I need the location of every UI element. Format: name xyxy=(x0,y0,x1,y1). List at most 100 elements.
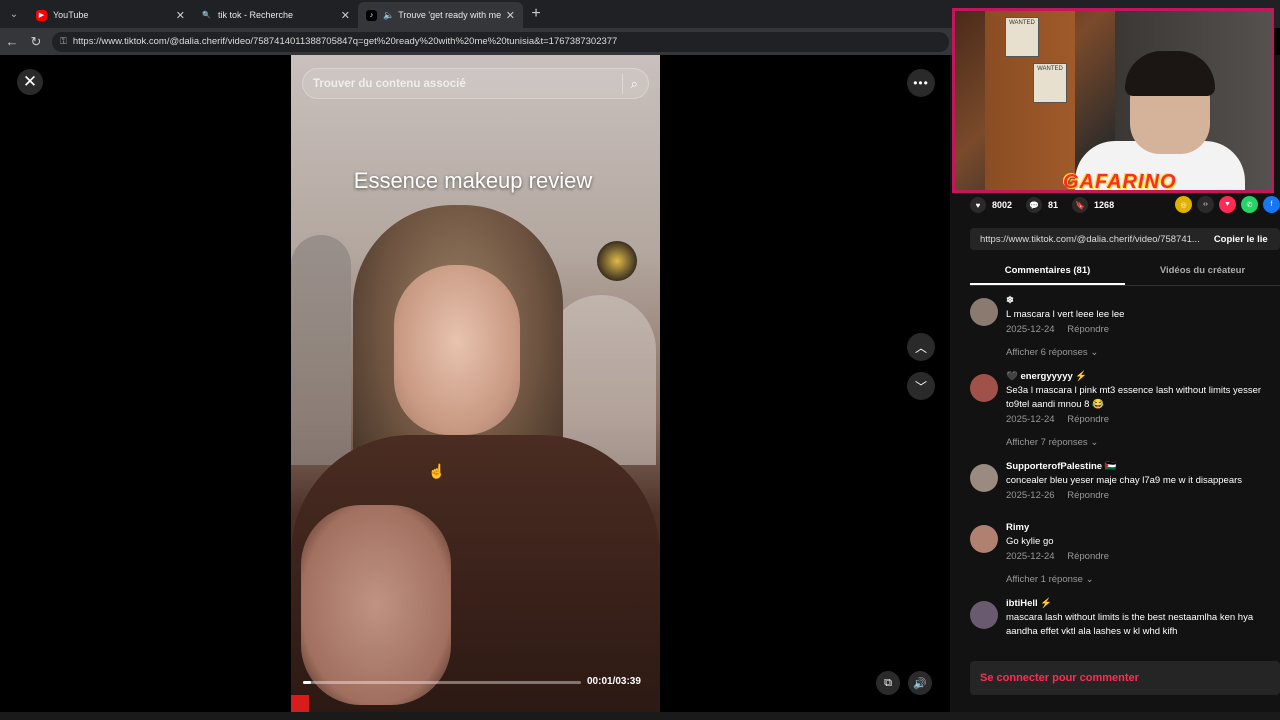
avatar[interactable] xyxy=(970,601,998,629)
person-face xyxy=(394,265,520,435)
heart-icon: ♥ xyxy=(970,197,986,213)
close-tab-icon[interactable]: ✕ xyxy=(176,9,185,22)
more-options-icon[interactable]: ••• xyxy=(907,69,935,97)
avatar[interactable] xyxy=(970,298,998,326)
back-arrow-icon[interactable]: ← xyxy=(0,34,24,49)
url-text: https://www.tiktok.com/@dalia.cherif/vid… xyxy=(72,36,618,47)
webcam-overlay: WANTED WANTED GAFARINO xyxy=(952,8,1274,193)
video-link-text: https://www.tiktok.com/@dalia.cherif/vid… xyxy=(980,233,1200,245)
comment-icon: 💬 xyxy=(1026,197,1043,213)
like-count: 8002 xyxy=(992,200,1013,210)
panel-tabs: Commentaires (81) Vidéos du créateur xyxy=(970,260,1280,286)
share-coin-icon[interactable]: ◎ xyxy=(1175,196,1192,213)
tab-search-chevron-icon[interactable]: ⌄ xyxy=(0,0,28,28)
close-tab-icon[interactable]: ✕ xyxy=(341,9,350,22)
wanted-poster: WANTED xyxy=(1005,17,1039,57)
bookmark-icon: 🔖 xyxy=(1072,197,1089,213)
comment-button[interactable]: 💬 81 xyxy=(1026,197,1058,213)
related-content-search[interactable]: Trouver du contenu associé ⌕ xyxy=(302,68,649,99)
tab-tiktok-search[interactable]: 🔍 tik tok - Recherche ✕ xyxy=(193,2,358,28)
address-bar: ← ↻ ⚿ https://www.tiktok.com/@dalia.cher… xyxy=(0,28,955,55)
avatar[interactable] xyxy=(970,374,998,402)
search-input[interactable]: Trouver du contenu associé xyxy=(313,78,622,90)
tab-title: tik tok - Recherche xyxy=(218,10,294,20)
comment-author[interactable]: 🖤 energyyyyy ⚡ xyxy=(1006,370,1280,384)
comment-date: 2025-12-24 xyxy=(1006,551,1055,562)
save-count: 1268 xyxy=(1094,200,1115,210)
comment-list: ❄ L mascara l vert leee lee lee 2025-12-… xyxy=(970,294,1280,649)
volume-icon[interactable]: 🔊 xyxy=(908,671,932,695)
close-icon[interactable]: ✕ xyxy=(17,69,43,95)
save-button[interactable]: 🔖 1268 xyxy=(1072,197,1114,213)
view-replies-button[interactable]: Afficher 6 réponses ⌄ xyxy=(1006,346,1280,360)
tab-comments[interactable]: Commentaires (81) xyxy=(970,260,1125,285)
tab-youtube[interactable]: ▶ YouTube ✕ xyxy=(28,2,193,28)
comment-author[interactable]: ibtiHell ⚡ xyxy=(1006,597,1280,611)
engagement-stats: ♥ 8002 💬 81 🔖 1268 xyxy=(970,196,1128,214)
video-progress-fill xyxy=(303,681,312,684)
person-hand xyxy=(301,505,451,705)
like-button[interactable]: ♥ 8002 xyxy=(970,197,1012,213)
background-wall xyxy=(291,235,351,465)
comment-text: Se3a l mascara l pink mt3 essence lash w… xyxy=(1006,385,1262,410)
video-link-box: https://www.tiktok.com/@dalia.cherif/vid… xyxy=(970,228,1280,250)
comment-item: Rimy Go kylie go 2025-12-24 Répondre Aff… xyxy=(970,521,1280,587)
reply-button[interactable]: Répondre xyxy=(1067,490,1109,501)
url-field[interactable]: ⚿ https://www.tiktok.com/@dalia.cherif/v… xyxy=(52,31,949,52)
tab-tiktok-video[interactable]: ♪ 🔈 Trouve 'get ready with me tu ✕ xyxy=(358,2,523,28)
whatsapp-icon[interactable]: ✆ xyxy=(1241,196,1258,213)
next-video-chevron-down-icon[interactable]: ﹀ xyxy=(907,372,935,400)
view-replies-button[interactable]: Afficher 7 réponses ⌄ xyxy=(1006,436,1280,450)
video-time: 00:01/03:39 xyxy=(587,676,641,687)
taskbar-strip xyxy=(0,712,1280,720)
speaker-icon[interactable]: 🔈 xyxy=(383,10,394,21)
video-progress-bar[interactable] xyxy=(303,681,581,684)
comment-meta: 2025-12-26 Répondre xyxy=(1006,489,1280,503)
video-player[interactable]: Trouver du contenu associé ⌕ Essence mak… xyxy=(291,55,660,712)
tab-title: YouTube xyxy=(53,10,89,20)
copy-link-button[interactable]: Copier le lie xyxy=(1214,234,1268,245)
new-tab-icon[interactable]: + xyxy=(523,5,549,23)
search-icon: 🔍 xyxy=(202,12,211,19)
site-info-icon[interactable]: ⚿ xyxy=(60,36,67,47)
comment-count: 81 xyxy=(1048,200,1059,210)
wanted-poster: WANTED xyxy=(1033,63,1067,103)
comment-author[interactable]: Rimy xyxy=(1006,521,1280,535)
reply-button[interactable]: Répondre xyxy=(1067,324,1109,335)
login-to-comment-button[interactable]: Se connecter pour commenter xyxy=(970,661,1280,695)
comment-item: ibtiHell ⚡ mascara lash without limits i… xyxy=(970,597,1280,639)
view-replies-button[interactable]: Afficher 1 réponse ⌄ xyxy=(1006,573,1280,587)
embed-code-icon[interactable]: ‹› xyxy=(1197,196,1214,213)
comment-text: Go kylie go xyxy=(1006,536,1054,547)
avatar[interactable] xyxy=(970,525,998,553)
comment-date: 2025-12-24 xyxy=(1006,324,1055,335)
reply-button[interactable]: Répondre xyxy=(1067,551,1109,562)
tiktok-icon: ♪ xyxy=(366,9,377,21)
search-icon[interactable]: ⌕ xyxy=(631,76,638,92)
reply-button[interactable]: Répondre xyxy=(1067,414,1109,425)
avatar[interactable] xyxy=(970,464,998,492)
comment-text: L mascara l vert leee lee lee xyxy=(1006,309,1125,320)
video-stage: ✕ ••• ︿ ﹀ Trouver du contenu associé ⌕ E… xyxy=(0,55,950,712)
comment-item: 🖤 energyyyyy ⚡ Se3a l mascara l pink mt3… xyxy=(970,370,1280,450)
reload-icon[interactable]: ↻ xyxy=(24,34,48,50)
comment-text: mascara lash without limits is the best … xyxy=(1006,612,1254,637)
comment-item: SupporterofPalestine 🇵🇸 concealer bleu y… xyxy=(970,460,1280,503)
comment-author[interactable]: ❄ xyxy=(1006,294,1280,308)
picture-in-picture-icon[interactable]: ⧉ xyxy=(876,671,900,695)
send-icon[interactable]: ▼ xyxy=(1219,196,1236,213)
comment-author[interactable]: SupporterofPalestine 🇵🇸 xyxy=(1006,460,1280,474)
comment-text: concealer bleu yeser maje chay l7a9 me w… xyxy=(1006,475,1243,486)
comment-item: ❄ L mascara l vert leee lee lee 2025-12-… xyxy=(970,294,1280,360)
comment-date: 2025-12-24 xyxy=(1006,414,1055,425)
previous-video-chevron-up-icon[interactable]: ︿ xyxy=(907,333,935,361)
mouse-cursor-icon: ☝ xyxy=(428,463,446,479)
comment-date: 2025-12-26 xyxy=(1006,490,1055,501)
comment-meta: 2025-12-24 Répondre xyxy=(1006,550,1280,564)
facebook-icon[interactable]: f xyxy=(1263,196,1280,213)
close-tab-icon[interactable]: ✕ xyxy=(506,9,515,22)
streamer-logo: GAFARINO xyxy=(1063,171,1177,193)
tab-creator-videos[interactable]: Vidéos du créateur xyxy=(1125,260,1280,285)
search-divider xyxy=(621,73,623,94)
video-caption: Essence makeup review xyxy=(353,168,593,193)
